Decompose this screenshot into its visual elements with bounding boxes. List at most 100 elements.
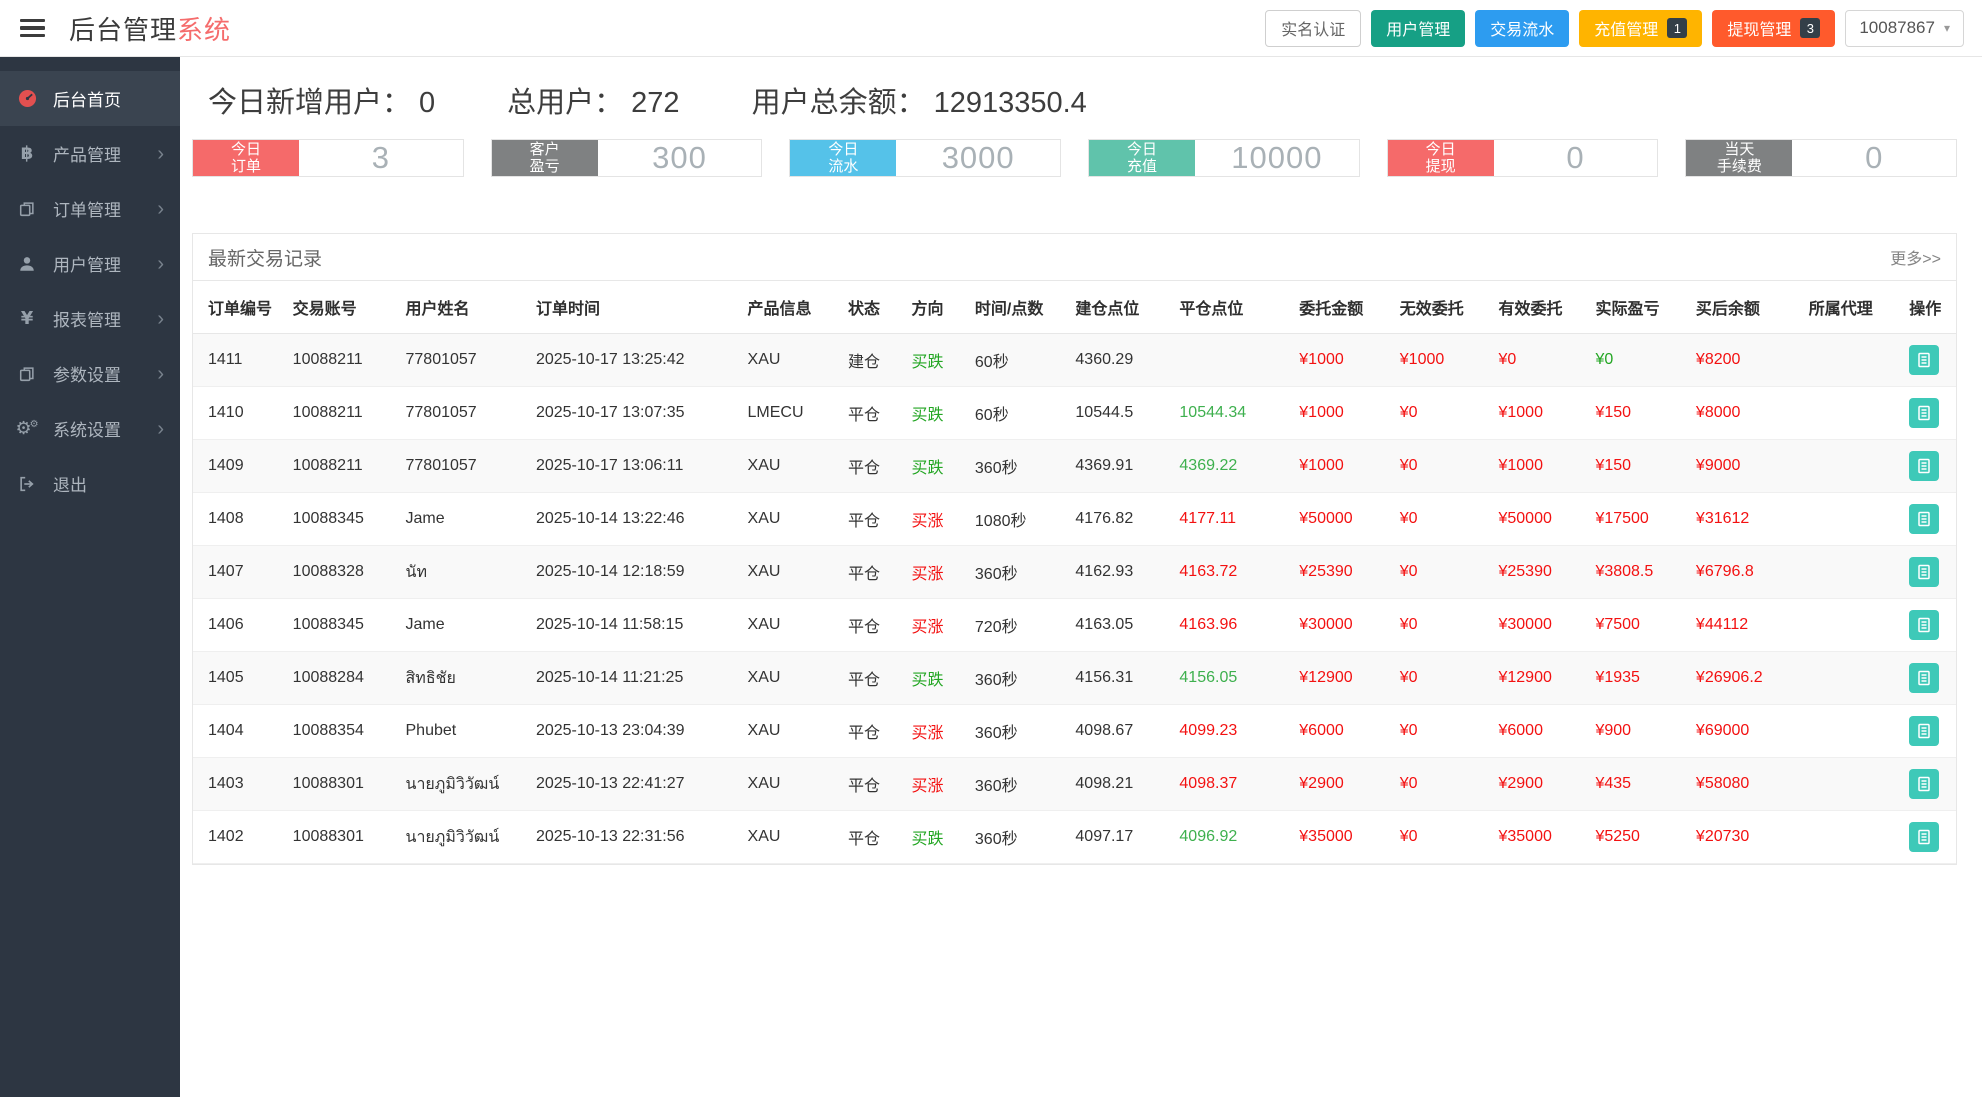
cell-order-no: 1402: [193, 811, 285, 864]
sidebar-item-logout[interactable]: 退出: [0, 456, 180, 511]
op-cell: [1901, 705, 1956, 758]
app-title-primary: 后台管理: [69, 15, 177, 45]
column-header: 操作: [1901, 281, 1956, 334]
cell-order-no: 1404: [193, 705, 285, 758]
cell-agent: [1801, 546, 1901, 599]
cell-valid: ¥6000: [1490, 705, 1587, 758]
cell-account: 10088211: [285, 387, 398, 440]
column-header: 时间/点数: [967, 281, 1067, 334]
cell-open-point: 4360.29: [1067, 334, 1171, 387]
user-manage-button[interactable]: 用户管理: [1371, 10, 1465, 47]
cell-status: 平仓: [840, 387, 903, 440]
order-detail-button[interactable]: [1909, 557, 1939, 587]
topbar-right: 实名认证用户管理交易流水充值管理1 提现管理3 10087867 ▾: [1265, 10, 1964, 47]
column-header: 用户姓名: [398, 281, 528, 334]
cell-close-point: 4098.37: [1171, 758, 1291, 811]
cell-order-no: 1403: [193, 758, 285, 811]
cell-invalid: ¥0: [1392, 440, 1491, 493]
cell-close-point: 4096.92: [1171, 811, 1291, 864]
sidebar-item-orders[interactable]: 订单管理›: [0, 181, 180, 236]
cell-direction: 买跌: [903, 387, 966, 440]
app-title-accent: 系统: [177, 15, 231, 45]
realname-auth-button[interactable]: 实名认证: [1265, 10, 1361, 47]
sidebar-item-products[interactable]: ฿产品管理›: [0, 126, 180, 181]
cell-profit: ¥435: [1587, 758, 1687, 811]
cell-direction: 买涨: [903, 546, 966, 599]
sidebar-item-users-label: 用户管理: [53, 251, 121, 276]
cell-balance: ¥8200: [1688, 334, 1801, 387]
account-dropdown[interactable]: 10087867 ▾: [1845, 10, 1964, 47]
stat-total-users-label: 总用户：: [507, 87, 623, 119]
table-row: 141010088211778010572025-10-17 13:07:35L…: [193, 387, 1956, 440]
op-cell: [1901, 334, 1956, 387]
cell-status: 平仓: [840, 440, 903, 493]
order-detail-button[interactable]: [1909, 769, 1939, 799]
cell-agent: [1801, 493, 1901, 546]
cell-entrust: ¥1000: [1291, 334, 1391, 387]
cell-status: 平仓: [840, 758, 903, 811]
order-detail-button[interactable]: [1909, 345, 1939, 375]
layout: 后台首页฿产品管理›订单管理›用户管理›¥报表管理›参数设置›⚙⚙系统设置›退出…: [0, 57, 1982, 1097]
sidebar-item-reports[interactable]: ¥报表管理›: [0, 291, 180, 346]
cell-open-point: 4176.82: [1067, 493, 1171, 546]
sidebar-item-system[interactable]: ⚙⚙系统设置›: [0, 401, 180, 456]
column-header: 订单编号: [193, 281, 285, 334]
op-cell: [1901, 758, 1956, 811]
cell-order-no: 1411: [193, 334, 285, 387]
order-detail-button[interactable]: [1909, 504, 1939, 534]
cell-balance: ¥20730: [1688, 811, 1801, 864]
table-body: 141110088211778010572025-10-17 13:25:42X…: [193, 334, 1956, 864]
notification-badge: 1: [1667, 18, 1687, 38]
order-detail-button[interactable]: [1909, 610, 1939, 640]
order-detail-button[interactable]: [1909, 451, 1939, 481]
stat-new-users: 今日新增用户：0: [208, 79, 435, 121]
withdraw-manage-button[interactable]: 提现管理3: [1712, 10, 1835, 47]
cell-product: XAU: [740, 334, 840, 387]
sidebar-item-home[interactable]: 后台首页: [0, 71, 180, 126]
trade-flow-button[interactable]: 交易流水: [1475, 10, 1569, 47]
sidebar-item-params[interactable]: 参数设置›: [0, 346, 180, 401]
badge-today-orders-value: 3: [299, 140, 463, 176]
order-detail-button[interactable]: [1909, 398, 1939, 428]
cell-duration: 360秒: [967, 440, 1067, 493]
cell-invalid: ¥0: [1392, 811, 1491, 864]
cell-close-point: [1171, 334, 1291, 387]
cell-direction: 买涨: [903, 758, 966, 811]
table-row: 140210088301นายภูมิวิวัฒน์2025-10-13 22:…: [193, 811, 1956, 864]
cell-status: 平仓: [840, 546, 903, 599]
order-detail-button[interactable]: [1909, 663, 1939, 693]
cell-agent: [1801, 599, 1901, 652]
chevron-right-icon: ›: [157, 419, 164, 439]
cell-valid: ¥25390: [1490, 546, 1587, 599]
cell-duration: 360秒: [967, 758, 1067, 811]
more-link[interactable]: 更多>>: [1890, 245, 1941, 269]
order-detail-button[interactable]: [1909, 716, 1939, 746]
dashboard-icon: [16, 89, 38, 108]
cell-open-point: 4156.31: [1067, 652, 1171, 705]
cell-profit: ¥0: [1587, 334, 1687, 387]
cell-time: 2025-10-17 13:07:35: [528, 387, 740, 440]
cell-duration: 1080秒: [967, 493, 1067, 546]
table-row: 140310088301นายภูมิวิวัฒน์2025-10-13 22:…: [193, 758, 1956, 811]
main-content: 今日新增用户：0 总用户：272 用户总余额：12913350.4 今日订单3客…: [180, 57, 1982, 1097]
badge-today-withdraw-value: 0: [1494, 140, 1658, 176]
withdraw-manage-button-label: 提现管理: [1727, 16, 1791, 40]
cell-entrust: ¥30000: [1291, 599, 1391, 652]
cell-product: XAU: [740, 546, 840, 599]
sidebar-item-users[interactable]: 用户管理›: [0, 236, 180, 291]
app-title: 后台管理系统: [69, 10, 231, 47]
cell-time: 2025-10-13 22:41:27: [528, 758, 740, 811]
order-detail-button[interactable]: [1909, 822, 1939, 852]
cell-agent: [1801, 652, 1901, 705]
recharge-manage-button[interactable]: 充值管理1: [1579, 10, 1702, 47]
cell-product: XAU: [740, 652, 840, 705]
menu-toggle-button[interactable]: [18, 11, 47, 46]
cell-username: 77801057: [398, 387, 528, 440]
table-row: 140510088284สิทธิชัย2025-10-14 11:21:25X…: [193, 652, 1956, 705]
cell-account: 10088211: [285, 334, 398, 387]
cell-invalid: ¥0: [1392, 705, 1491, 758]
panel-header: 最新交易记录 更多>>: [193, 234, 1956, 281]
cell-direction: 买跌: [903, 811, 966, 864]
chevron-right-icon: ›: [157, 144, 164, 164]
badge-today-orders-label: 今日订单: [193, 140, 299, 176]
